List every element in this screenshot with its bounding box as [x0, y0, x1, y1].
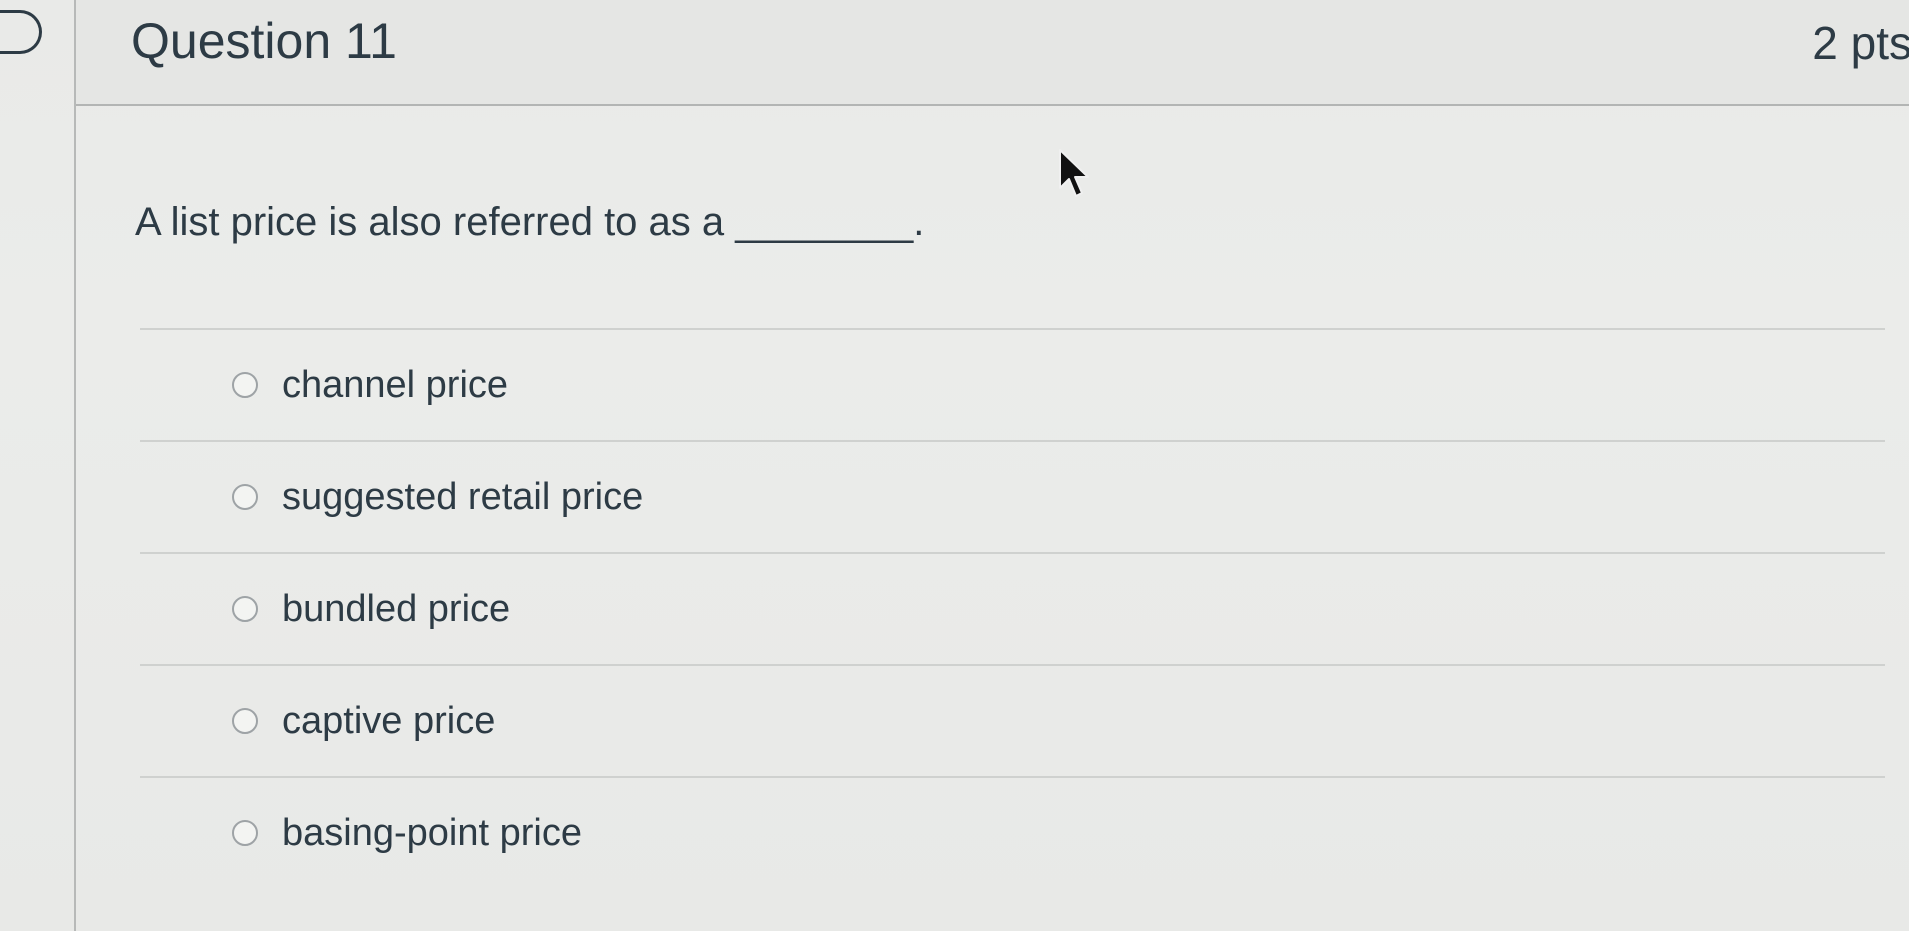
answer-option-bundled-price[interactable]: bundled price	[140, 554, 1885, 664]
mouse-pointer-icon	[1059, 149, 1089, 197]
question-header: Question 11 2 pts	[76, 0, 1909, 106]
answer-option-basing-point-price[interactable]: basing-point price	[140, 778, 1885, 888]
answer-option-channel-price[interactable]: channel price	[140, 330, 1885, 440]
quiz-page: Question 11 2 pts A list price is also r…	[0, 0, 1909, 931]
answer-list: channel price suggested retail price bun…	[140, 328, 1885, 888]
answer-option-suggested-retail-price[interactable]: suggested retail price	[140, 442, 1885, 552]
answer-label: captive price	[282, 699, 496, 742]
flag-question-icon[interactable]	[0, 10, 42, 54]
answer-label: suggested retail price	[282, 475, 644, 518]
radio-button[interactable]	[232, 708, 258, 734]
question-points: 2 pts	[1812, 17, 1909, 69]
radio-button[interactable]	[232, 372, 258, 398]
answer-label: basing-point price	[282, 811, 582, 854]
question-text: A list price is also referred to as a __…	[135, 200, 925, 244]
radio-button[interactable]	[232, 484, 258, 510]
radio-button[interactable]	[232, 820, 258, 846]
answer-label: channel price	[282, 363, 509, 406]
radio-button[interactable]	[232, 596, 258, 622]
question-title: Question 11	[131, 13, 397, 69]
question-card: Question 11 2 pts A list price is also r…	[76, 0, 1909, 931]
answer-option-captive-price[interactable]: captive price	[140, 666, 1885, 776]
answer-label: bundled price	[282, 587, 511, 630]
